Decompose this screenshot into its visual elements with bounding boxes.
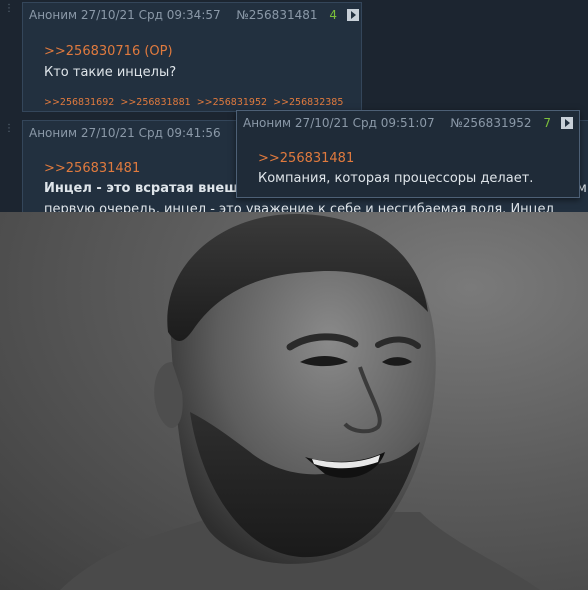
reply-link[interactable]: >>256831952 [197,97,267,108]
post-header: Аноним 27/10/21 Срд 09:34:57 №256831481 … [29,8,359,22]
post-header: Аноним 27/10/21 Срд 09:41:56 N [29,126,245,140]
post-author: Аноним [243,116,292,130]
reply-count: 7 [543,116,551,130]
quote-link[interactable]: >>256830716 (OP) [44,44,173,59]
man-portrait-illustration [60,213,540,590]
post-datetime: 27/10/21 Срд 09:51:07 [294,116,435,130]
meme-photo [0,212,588,590]
reply-link[interactable]: >>256831692 [44,97,114,108]
reply-link[interactable]: >>256832385 [273,97,343,108]
thread-area: ⋮ Аноним 27/10/21 Срд 09:34:57 №25683148… [0,0,588,212]
post-256831481: Аноним 27/10/21 Срд 09:34:57 №256831481 … [22,2,362,112]
reply-count: 4 [329,8,337,22]
replies-list: >>256831692 >>256831881 >>256831952 >>25… [44,97,346,108]
quote-link[interactable]: >>256831481 [258,151,354,166]
post-author: Аноним [29,126,78,140]
post-text-line1: Инцел - это всратая внеш [44,181,239,196]
post-author: Аноним [29,8,78,22]
reply-link[interactable]: >>256831881 [120,97,190,108]
play-icon[interactable] [560,117,573,129]
post-datetime: 27/10/21 Срд 09:41:56 [80,126,221,140]
post-header: Аноним 27/10/21 Срд 09:51:07 №256831952 … [243,116,573,130]
thread-indent-dots: ⋮ [4,123,15,134]
post-text-line2: первую очередь, инцел - это уважение к с… [44,202,554,212]
post-text: Компания, которая процессоры делает. [258,171,534,186]
post-datetime: 27/10/21 Срд 09:34:57 [80,8,221,22]
post-number[interactable]: №256831952 [450,116,531,130]
post-number[interactable]: №256831481 [236,8,317,22]
post-preview-popup: Аноним 27/10/21 Срд 09:51:07 №256831952 … [236,110,580,198]
post-text: Кто такие инцелы? [44,65,177,80]
quote-link[interactable]: >>256831481 [44,161,140,176]
play-icon[interactable] [346,9,359,21]
thread-indent-dots: ⋮ [4,3,15,14]
